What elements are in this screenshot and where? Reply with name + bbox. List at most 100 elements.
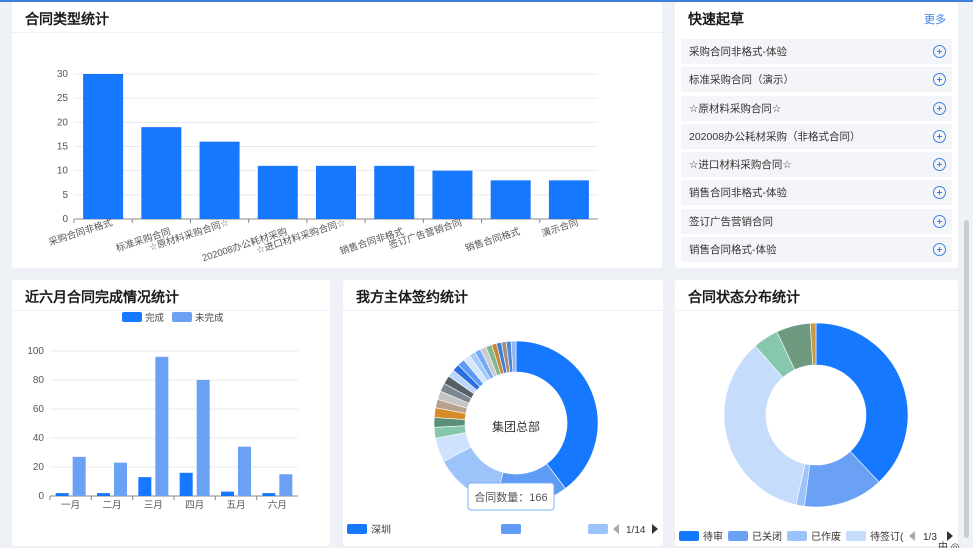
quick-draft-item-label: 202008办公耗材采购（非格式合同）	[689, 130, 861, 143]
legend-label[interactable]: 待签订(	[870, 530, 904, 543]
tooltip-text: 合同数量：166	[474, 490, 547, 504]
y-tick-label: 60	[33, 404, 45, 415]
y-tick-label: 20	[57, 117, 69, 128]
quick-draft-item-label: 签订广告营销合同	[689, 215, 773, 228]
quick-draft-item-label: ☆原材料采购合同☆	[689, 102, 782, 115]
quick-draft-item[interactable]: 销售合同非格式-体验	[681, 180, 952, 206]
quick-draft-item[interactable]: 202008办公耗材采购（非格式合同）	[681, 123, 952, 149]
add-circle-icon[interactable]	[933, 101, 946, 115]
quick-draft-item[interactable]: 标准采购合同（演示）	[681, 67, 952, 93]
bar	[221, 491, 234, 496]
legend-pager: 1/14	[626, 525, 646, 536]
bar	[199, 141, 240, 219]
legend-swatch[interactable]	[347, 524, 367, 534]
pager-prev-icon[interactable]	[613, 524, 619, 534]
page-scrollbar[interactable]	[964, 220, 969, 538]
legend-swatch[interactable]	[501, 524, 521, 534]
six-month-card: 近六月合同完成情况统计 完成 未完成 0 20 40 60 80 100 一月 二月 三月 四月 五月六…	[12, 280, 330, 546]
x-tick-label: 六月	[268, 499, 287, 511]
bar	[279, 474, 293, 496]
donut-slice	[515, 340, 599, 489]
legend-swatch[interactable]	[679, 531, 699, 541]
bar	[262, 493, 276, 496]
quick-draft-item-label: 标准采购合同（演示）	[689, 74, 794, 87]
y-tick-label: 20	[33, 462, 45, 473]
legend-swatch[interactable]	[787, 531, 807, 541]
legend-label[interactable]: 待审	[703, 530, 723, 543]
tooltip: 合同数量：166	[467, 482, 555, 511]
x-tick-label: 采购合同非格式	[47, 216, 114, 248]
legend-pager: 1/3	[923, 532, 937, 543]
legend-swatch[interactable]	[588, 524, 608, 534]
add-circle-icon[interactable]	[933, 214, 946, 228]
legend-label[interactable]: 已作废	[811, 530, 841, 543]
x-tick-label: 五月	[226, 500, 245, 511]
add-circle-icon[interactable]	[933, 73, 946, 87]
quick-draft-item[interactable]: ☆进口材料采购合同☆	[681, 152, 952, 178]
x-tick-label: 三月	[144, 500, 163, 511]
quick-draft-item[interactable]: ☆原材料采购合同☆	[681, 95, 952, 121]
quick-draft-item-label: 销售合同非格式-体验	[689, 187, 787, 200]
add-circle-icon[interactable]	[933, 45, 946, 58]
pager-next-icon[interactable]	[652, 524, 658, 534]
y-tick-label: 0	[38, 491, 44, 502]
bar	[138, 477, 152, 496]
quick-draft-item-label: ☆进口材料采购合同☆	[689, 159, 792, 172]
legend-label[interactable]: 已关闭	[752, 530, 782, 543]
add-circle-icon[interactable]	[933, 186, 946, 200]
quick-draft-item[interactable]: 销售合同格式-体验	[681, 237, 952, 263]
ime-indicator: 中 ◎	[938, 542, 960, 548]
bar	[97, 493, 110, 496]
bar	[114, 462, 127, 496]
bar	[155, 356, 169, 496]
status-legend: 待审 已关闭 已作废 待签订( 1/3	[679, 530, 953, 543]
bar	[196, 380, 210, 496]
bar	[316, 165, 356, 219]
pager-prev-icon[interactable]	[909, 531, 915, 541]
add-circle-icon[interactable]	[933, 158, 946, 172]
bar	[374, 165, 415, 219]
bar	[548, 180, 589, 219]
x-tick-label: 销售合同格式	[464, 225, 522, 254]
y-tick-label: 80	[33, 375, 45, 386]
x-tick-label: 一月	[61, 500, 80, 511]
status-donut-chart: 待审 已关闭 已作废 待签订( 1/3	[679, 322, 953, 543]
legend-swatch	[172, 312, 192, 322]
y-tick-label: 0	[62, 214, 68, 225]
legend-swatch[interactable]	[728, 531, 748, 541]
legend-swatch	[122, 312, 142, 322]
subject-donut-chart: 集团总部 合同数量：166 深圳 1/14	[347, 340, 658, 536]
bar	[490, 180, 531, 219]
subject-legend: 深圳 1/14	[347, 524, 658, 536]
bar	[257, 165, 298, 219]
bar	[432, 170, 473, 219]
legend-label: 未完成	[195, 312, 224, 324]
legend-swatch[interactable]	[846, 531, 866, 541]
y-tick-label: 25	[57, 93, 69, 104]
contract-type-card: 合同类型统计 0 5 10 15 20 25 30 采购合同非格式 标准采购合同 ☆原材料采购合同…	[12, 2, 662, 268]
donut-center-label: 集团总部	[492, 419, 540, 434]
bar	[83, 74, 124, 219]
add-circle-icon[interactable]	[933, 243, 946, 257]
y-tick-label: 5	[62, 190, 68, 201]
x-tick-label: 演示合同	[540, 216, 580, 239]
status-card: 合同状态分布统计 待审 已关闭 已作废 待签订( 1/3	[675, 280, 958, 546]
contract-type-chart: 051015202530采购合同非格式 标准采购合同☆原材料采购合同☆202008…	[47, 69, 598, 264]
more-link[interactable]: 更多	[924, 11, 946, 27]
y-tick-label: 40	[33, 433, 45, 444]
six-month-legend: 完成 未完成	[122, 312, 224, 324]
donut-slice	[815, 322, 909, 483]
legend-label[interactable]: 深圳	[371, 524, 391, 536]
bar	[179, 472, 193, 496]
quick-draft-list: 采购合同非格式-体验 标准采购合同（演示） ☆原材料采购合同☆ 202008办公…	[681, 39, 952, 265]
y-tick-label: 100	[27, 346, 44, 357]
add-circle-icon[interactable]	[933, 129, 946, 143]
quick-draft-item-label: 采购合同非格式-体验	[689, 46, 787, 58]
x-tick-label: 二月	[102, 500, 121, 511]
bar	[238, 446, 251, 496]
legend-label: 完成	[145, 312, 165, 324]
y-tick-label: 10	[57, 166, 69, 177]
bar	[141, 127, 182, 219]
quick-draft-item[interactable]: 采购合同非格式-体验	[681, 39, 952, 64]
quick-draft-item[interactable]: 签订广告营销合同	[681, 208, 952, 234]
